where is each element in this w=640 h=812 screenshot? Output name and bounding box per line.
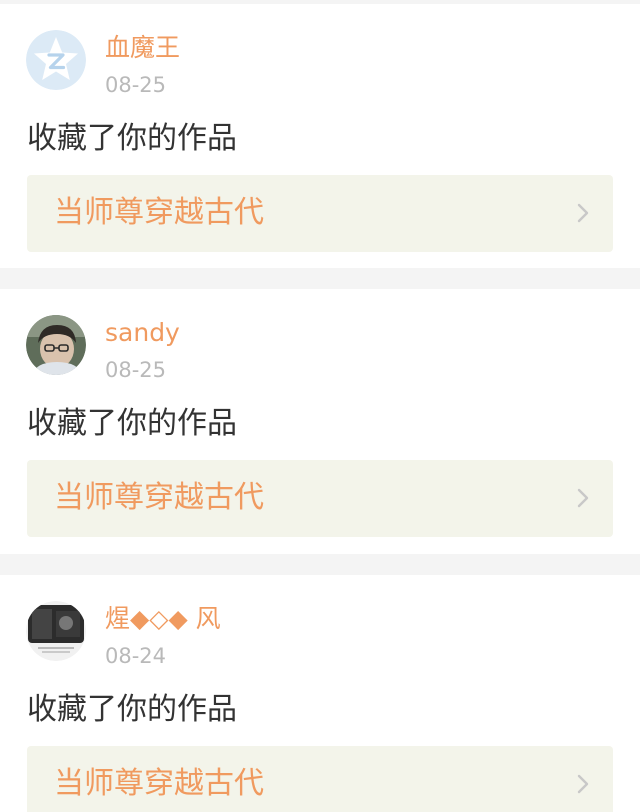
username[interactable]: 血魔王 <box>105 32 180 64</box>
user-photo-avatar <box>26 315 86 375</box>
username[interactable]: 煋◆◇◆ 风 <box>105 603 221 635</box>
work-link-button[interactable]: 当师尊穿越古代 <box>27 460 613 537</box>
notification-card: 血魔王 08-25 收藏了你的作品 当师尊穿越古代 <box>0 4 640 268</box>
avatar[interactable] <box>26 30 86 90</box>
notification-feed: 血魔王 08-25 收藏了你的作品 当师尊穿越古代 sandy 08-25 收藏… <box>0 0 640 812</box>
notification-card: 煋◆◇◆ 风 08-24 收藏了你的作品 当师尊穿越古代 <box>0 575 640 812</box>
chevron-right-icon <box>577 203 589 223</box>
notification-card: sandy 08-25 收藏了你的作品 当师尊穿越古代 <box>0 289 640 554</box>
work-title: 当师尊穿越古代 <box>54 195 264 230</box>
timestamp: 08-25 <box>105 358 167 382</box>
activity-text: 收藏了你的作品 <box>27 406 237 441</box>
work-link-button[interactable]: 当师尊穿越古代 <box>27 746 613 812</box>
avatar[interactable] <box>26 601 86 661</box>
activity-text: 收藏了你的作品 <box>27 121 237 156</box>
work-link-button[interactable]: 当师尊穿越古代 <box>27 175 613 252</box>
timestamp: 08-24 <box>105 644 167 668</box>
qzone-star-icon <box>26 30 86 90</box>
avatar[interactable] <box>26 315 86 375</box>
activity-text: 收藏了你的作品 <box>27 692 237 727</box>
chevron-right-icon <box>577 774 589 794</box>
username[interactable]: sandy <box>105 317 180 349</box>
work-title: 当师尊穿越古代 <box>54 766 264 801</box>
timestamp: 08-25 <box>105 73 167 97</box>
work-title: 当师尊穿越古代 <box>54 480 264 515</box>
chevron-right-icon <box>577 488 589 508</box>
user-photo-avatar <box>26 601 86 661</box>
